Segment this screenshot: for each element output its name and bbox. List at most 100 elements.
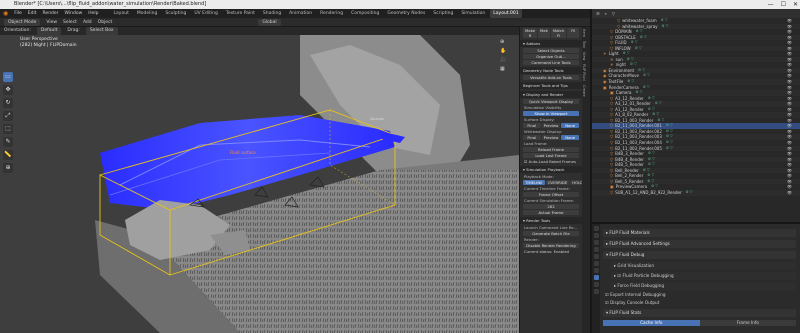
maximize-button[interactable]: ☐ <box>781 0 786 9</box>
add-cube-icon[interactable]: ⊕ <box>3 163 13 173</box>
properties-panel-header[interactable]: ▸ Grid Visualization <box>611 262 796 270</box>
menu-select[interactable]: Select <box>63 18 77 27</box>
npanel-option-button[interactable]: Fil <box>567 28 579 38</box>
workspace-tab[interactable]: Simulation <box>458 9 488 18</box>
world-tab-icon[interactable] <box>593 254 599 259</box>
menu-add[interactable]: Add <box>83 18 92 27</box>
properties-checkbox[interactable]: ☑ Display Console Output <box>605 300 794 306</box>
npanel-option-button[interactable]: Preview <box>541 123 561 128</box>
npanel-option-button[interactable]: HOLD <box>570 180 582 185</box>
scale-icon[interactable]: ⤢ <box>3 111 13 121</box>
properties-panel-header[interactable]: ▸ FLIP Fluid Materials <box>603 229 796 237</box>
workspace-tab[interactable]: Layout <box>111 9 132 18</box>
outliner-filter-icon[interactable]: ▽ <box>612 11 615 16</box>
stats-tab[interactable]: Cache Info <box>603 320 700 326</box>
npanel-button[interactable]: Quick Viewport Display <box>523 99 579 104</box>
transform-icon[interactable]: ⬚ <box>3 124 13 134</box>
3d-viewport[interactable]: Fluid surface Sources User Perspective (… <box>0 35 519 333</box>
measure-icon[interactable]: 📏 <box>3 150 13 160</box>
npanel-section-header[interactable]: ▾ Display and Render <box>520 91 582 98</box>
workspace-tab[interactable]: Layout.001 <box>490 9 522 18</box>
outliner-display-mode-icon[interactable]: ☰ <box>596 11 600 16</box>
sidebar-tab[interactable]: Item <box>582 27 586 39</box>
rotate-icon[interactable]: ↻ <box>3 98 13 108</box>
sidebar-tab[interactable]: Tool <box>582 39 586 50</box>
menu-edit[interactable]: Edit <box>28 9 37 18</box>
move-icon[interactable]: ✥ <box>3 85 13 95</box>
npanel-button[interactable]: 282 <box>523 204 579 209</box>
data-tab-icon[interactable] <box>593 289 599 294</box>
npanel-button[interactable]: Actual Frame <box>523 210 579 215</box>
sidebar-tab[interactable]: FLIP Fluid <box>582 62 586 83</box>
tool-tab-icon[interactable] <box>593 226 599 231</box>
workspace-tab[interactable]: Animation <box>286 9 315 18</box>
npanel-section-header[interactable]: Beginner Tools and Tips <box>520 82 582 89</box>
npanel-button[interactable]: Versatile Add-on Tools <box>523 75 579 80</box>
menu-view[interactable]: View <box>46 18 57 27</box>
npanel-button[interactable]: Disable Render Rendering <box>523 243 579 248</box>
npanel-button[interactable]: Command Line Tools <box>523 60 579 65</box>
workspace-tab[interactable]: Shading <box>260 9 284 18</box>
stats-tab[interactable]: Frame Info <box>699 320 796 326</box>
sidebar-tab[interactable]: View <box>582 50 586 62</box>
mode-dropdown[interactable]: Object Mode <box>4 18 41 26</box>
npanel-section-header[interactable]: Geometry Node Tools <box>520 67 582 74</box>
properties-panel-header[interactable]: ▾ FLIP Fluid Debug <box>603 251 796 259</box>
npanel-checkbox[interactable]: ☑ Auto-Load Baked Frames <box>524 159 578 164</box>
workspace-tab[interactable]: Texture Paint <box>223 9 258 18</box>
npanel-button[interactable]: Load Last Frame <box>523 153 579 158</box>
npanel-option-button[interactable]: Mak <box>538 28 550 38</box>
workspace-tab[interactable]: Sculpting <box>162 9 189 18</box>
npanel-button[interactable]: Select Objects <box>523 48 579 53</box>
output-tab-icon[interactable] <box>593 240 599 245</box>
zoom-icon[interactable]: ⊕ <box>500 39 506 45</box>
workspace-tab[interactable]: Rendering <box>317 9 346 18</box>
properties-panel-header[interactable]: ▸ Force Field Debugging <box>611 282 796 290</box>
npanel-button[interactable]: Reload Frame <box>523 147 579 152</box>
scene-tab-icon[interactable] <box>593 247 599 252</box>
npanel-option-button[interactable]: None <box>561 123 579 128</box>
npanel-option-button[interactable]: Final <box>523 123 541 128</box>
npanel-option-button[interactable]: Match Fl <box>550 28 567 38</box>
npanel-button[interactable]: Frame Offset <box>523 192 579 197</box>
properties-panel-header[interactable]: ▸ FLIP Fluid Advanced Settings <box>603 240 796 248</box>
transform-orientation-dropdown[interactable]: Global <box>258 18 281 26</box>
physics-tab-icon[interactable] <box>593 275 599 280</box>
npanel-checkbox[interactable]: Current status: Enabled <box>524 249 578 254</box>
outliner-item-label[interactable]: SUB_A1_12_AND_B2_922_Render <box>615 190 682 196</box>
workspace-tab[interactable]: UV Editing <box>191 9 220 18</box>
close-button[interactable]: ✕ <box>793 0 798 9</box>
outliner-search-icon[interactable]: ⌕ <box>605 11 607 16</box>
workspace-tab[interactable]: Geometry Nodes <box>384 9 428 18</box>
menu-object[interactable]: Object <box>98 18 113 27</box>
pan-hand-icon[interactable]: ✋ <box>500 48 506 54</box>
properties-checkbox[interactable]: ☑ Export Internal Debugging <box>605 292 794 298</box>
minimize-button[interactable]: — <box>768 0 774 9</box>
sidebar-tab[interactable]: Create <box>582 83 586 99</box>
properties-panel-header[interactable]: ▸ ☑ Fluid Particle Debugging <box>611 272 796 280</box>
visibility-eye-icon[interactable]: 👁 <box>787 190 792 196</box>
select-box-icon[interactable]: ▭ <box>3 72 13 82</box>
modifier-tab-icon[interactable] <box>593 268 599 273</box>
npanel-option-button[interactable]: Preview <box>541 135 561 140</box>
npanel-option-button[interactable]: TIMELINE <box>523 180 545 185</box>
npanel-button[interactable]: Show in Viewport <box>523 111 579 116</box>
workspace-tab[interactable]: Modeling <box>134 9 160 18</box>
npanel-button[interactable]: Generate Batch File <box>523 231 579 236</box>
camera-view-icon[interactable]: 🎥 <box>500 57 506 63</box>
npanel-option-button[interactable]: Make R <box>523 28 538 38</box>
menu-file[interactable]: File <box>14 9 22 18</box>
drag-dropdown[interactable]: Select Box <box>85 27 118 35</box>
blender-logo-icon[interactable]: ◉ <box>3 9 8 18</box>
properties-panel-header[interactable]: ▾ FLIP Fluid Stats <box>603 309 796 317</box>
workspace-tab[interactable]: Compositing <box>348 9 382 18</box>
annotate-icon[interactable]: ✎ <box>3 137 13 147</box>
npanel-section-header[interactable]: ▾ Simulation Playback <box>520 166 582 173</box>
constraints-tab-icon[interactable] <box>593 282 599 287</box>
npanel-option-button[interactable]: Final <box>523 135 541 140</box>
npanel-section-header[interactable]: ▾ Render Tools <box>520 217 582 224</box>
npanel-section-header[interactable]: ▾ Addons <box>520 40 582 47</box>
npanel-button[interactable]: Organize Outl... <box>523 54 579 59</box>
object-tab-icon[interactable] <box>593 261 599 266</box>
outliner-row[interactable]: ▽ SUB_A1_12_AND_B2_922_Render ⚙ ▽ 👁 <box>592 189 800 196</box>
